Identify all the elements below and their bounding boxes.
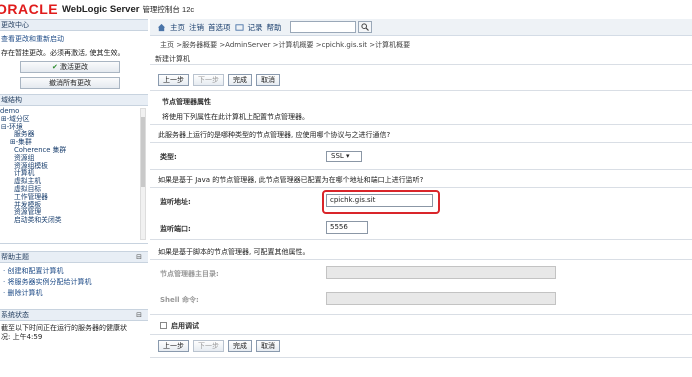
divider — [150, 90, 692, 91]
product-name: WebLogic Server — [62, 4, 140, 15]
main-content: 新建计算机 上一步 下一步 完成 取消 节点管理器属性 将使用下列属性在此计算机… — [150, 52, 692, 377]
help-topics-title: 帮助主题 — [1, 253, 29, 261]
help-topics-list: · 创建和配置计算机 · 将服务器实例分配给计算机 · 删除计算机 — [0, 263, 148, 299]
top-toolbar: 主页 注销 首选项 记录 帮助 — [150, 19, 692, 36]
home-icon[interactable] — [157, 23, 166, 32]
shell-command-field[interactable] — [326, 292, 556, 305]
system-status-line: 况: 上午4:59 — [1, 333, 43, 341]
breadcrumb[interactable]: 主页 >服务器概要 >AdminServer >计算机概要 >cpichk.gi… — [160, 40, 410, 50]
finish-button[interactable]: 完成 — [228, 74, 252, 86]
domain-tree: demo ⊞-域分区 ⊟-环境 服务器 ⊞-集群 Coherence 集群 资源… — [0, 106, 148, 244]
help-item[interactable]: · 删除计算机 — [3, 288, 148, 299]
undo-all-changes-button[interactable]: 撤消所有更改 — [20, 77, 120, 89]
type-label: 类型: — [160, 153, 177, 161]
java-nm-note: 如果是基于 Java 的节点管理器, 此节点管理器已配置为在哪个地址和端口上进行… — [158, 176, 424, 184]
debug-label: 启用调试 — [171, 322, 199, 330]
divider — [150, 314, 692, 315]
divider — [150, 187, 692, 188]
chevron-down-icon: ▾ — [346, 152, 350, 160]
divider — [150, 169, 692, 170]
next-button[interactable]: 下一步 — [193, 74, 224, 86]
search-icon — [361, 23, 369, 31]
divider — [150, 357, 692, 358]
divider — [150, 142, 692, 143]
collapse-icon[interactable]: ⊟ — [136, 310, 142, 321]
finish-button[interactable]: 完成 — [228, 340, 252, 352]
divider — [150, 124, 692, 125]
product-subtitle: 管理控制台 12c — [142, 5, 195, 14]
debug-checkbox[interactable] — [160, 322, 167, 329]
help-item-label[interactable]: 将服务器实例分配给计算机 — [7, 278, 91, 286]
domain-structure-header: 域结构 — [0, 94, 148, 106]
search-input[interactable] — [290, 21, 356, 33]
system-status-title: 系统状态 — [1, 311, 29, 319]
nm-properties-desc: 将使用下列属性在此计算机上配置节点管理器。 — [162, 113, 309, 121]
nm-type-question: 此服务器上运行的是哪种类型的节点管理器, 应使用哪个协议与之进行通信? — [158, 131, 391, 139]
system-status-text: 截至以下时间正在运行的服务器的健康状 况: 上午4:59 — [0, 321, 148, 343]
change-center-header: 更改中心 — [0, 19, 148, 31]
help-item-label[interactable]: 创建和配置计算机 — [7, 267, 63, 275]
toolbar-preferences[interactable]: 首选项 — [208, 22, 231, 33]
nm-home-label: 节点管理器主目录: — [160, 270, 219, 278]
tree-scroll-thumb[interactable] — [141, 117, 145, 187]
left-sidebar: 更改中心 查看更改和重新启动 存在暂挂更改。必须再激活, 使其生效。 ✔ 激活更… — [0, 19, 148, 377]
listen-port-field[interactable]: 5556 — [326, 221, 368, 234]
cancel-button[interactable]: 取消 — [256, 74, 280, 86]
divider — [150, 259, 692, 260]
help-item[interactable]: · 创建和配置计算机 — [3, 266, 148, 277]
wizard-buttons-bottom: 上一步 下一步 完成 取消 — [158, 340, 280, 352]
listen-port-label: 监听端口: — [160, 225, 191, 233]
tree-node[interactable]: 启动类和关闭类 — [0, 216, 148, 225]
shell-command-label: Shell 命令: — [160, 296, 199, 304]
change-center-desc: 存在暂挂更改。必须再激活, 使其生效。 — [1, 49, 125, 57]
back-button[interactable]: 上一步 — [158, 340, 189, 352]
toolbar-logout[interactable]: 注销 — [189, 22, 204, 33]
help-topics-header: 帮助主题 ⊟ — [0, 251, 148, 263]
activate-label: 激活更改 — [60, 63, 89, 71]
toolbar-home[interactable]: 主页 — [170, 22, 185, 33]
toolbar-record[interactable]: 记录 — [248, 22, 263, 33]
divider — [150, 64, 692, 65]
back-button[interactable]: 上一步 — [158, 74, 189, 86]
product-title: WebLogic Server 管理控制台 12c — [62, 4, 194, 15]
system-status-header: 系统状态 ⊟ — [0, 309, 148, 321]
script-nm-note: 如果是基于脚本的节点管理器, 可配置其他属性。 — [158, 248, 310, 256]
record-icon[interactable] — [234, 23, 244, 32]
nm-home-field[interactable] — [326, 266, 556, 279]
section-title: 新建计算机 — [155, 55, 190, 63]
view-changes-link[interactable]: 查看更改和重新启动 — [0, 31, 148, 47]
check-icon: ✔ — [51, 63, 61, 71]
cancel-button[interactable]: 取消 — [256, 340, 280, 352]
help-item-label[interactable]: 删除计算机 — [7, 289, 42, 297]
type-select[interactable]: SSL ▾ — [326, 151, 362, 162]
highlight-box — [322, 190, 440, 214]
toolbar-help[interactable]: 帮助 — [267, 22, 282, 33]
collapse-icon[interactable]: ⊟ — [136, 252, 142, 263]
nm-properties-title: 节点管理器属性 — [162, 98, 211, 106]
help-item[interactable]: · 将服务器实例分配给计算机 — [3, 277, 148, 288]
listen-address-label: 监听地址: — [160, 198, 191, 206]
search-button[interactable] — [358, 21, 372, 33]
divider — [150, 239, 692, 240]
system-status-line: 截至以下时间正在运行的服务器的健康状 — [1, 324, 127, 332]
wizard-buttons-top: 上一步 下一步 完成 取消 — [158, 74, 280, 86]
oracle-logo: ORACLE — [0, 1, 59, 17]
activate-changes-button[interactable]: ✔ 激活更改 — [20, 61, 120, 73]
next-button[interactable]: 下一步 — [193, 340, 224, 352]
tree-scrollbar[interactable] — [140, 108, 146, 240]
divider — [150, 334, 692, 335]
app-header: ORACLE WebLogic Server 管理控制台 12c — [0, 0, 692, 19]
type-select-value: SSL — [331, 152, 344, 160]
